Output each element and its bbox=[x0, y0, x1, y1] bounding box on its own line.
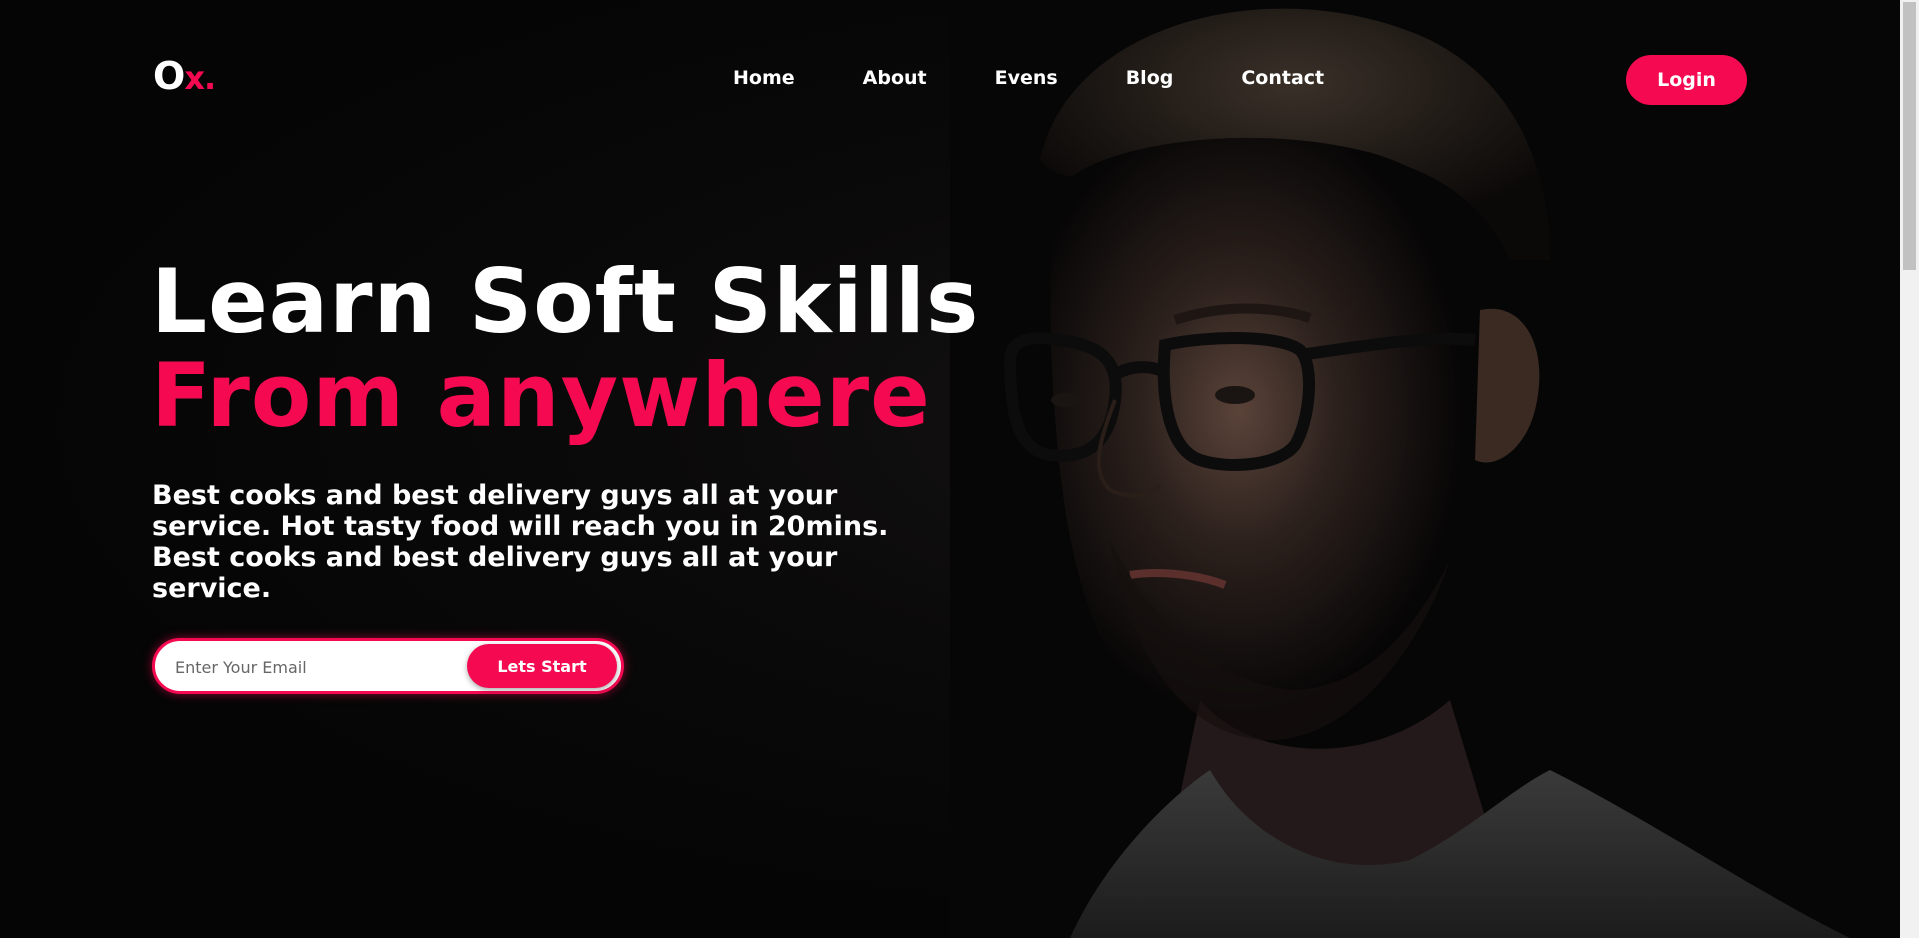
nav-item-blog[interactable]: Blog bbox=[1126, 64, 1174, 92]
nav-item-evens[interactable]: Evens bbox=[995, 64, 1058, 92]
nav-item-contact[interactable]: Contact bbox=[1241, 64, 1324, 92]
hero-description: Best cooks and best delivery guys all at… bbox=[152, 480, 889, 604]
viewport: Ox. Home About Evens Blog Contact Login … bbox=[0, 0, 1900, 938]
lets-start-button[interactable]: Lets Start bbox=[467, 644, 617, 688]
logo-main: O bbox=[153, 54, 185, 98]
email-signup-form: Lets Start bbox=[152, 638, 624, 694]
nav-item-home[interactable]: Home bbox=[733, 64, 795, 92]
hero-portrait-image bbox=[950, 0, 1900, 938]
headline-line-1: Learn Soft Skills bbox=[151, 250, 980, 353]
nav-item-about[interactable]: About bbox=[863, 64, 927, 92]
email-input[interactable] bbox=[173, 650, 457, 684]
login-button[interactable]: Login bbox=[1626, 55, 1747, 105]
logo-accent: x. bbox=[184, 59, 216, 97]
scrollbar-thumb[interactable] bbox=[1903, 2, 1916, 270]
main-nav: Home About Evens Blog Contact bbox=[733, 64, 1392, 92]
hero-headline: Learn Soft Skills From anywhere bbox=[151, 255, 979, 443]
headline-line-2: From anywhere bbox=[151, 344, 931, 447]
vertical-scrollbar[interactable] bbox=[1900, 0, 1919, 938]
logo[interactable]: Ox. bbox=[153, 54, 216, 98]
page: Ox. Home About Evens Blog Contact Login … bbox=[0, 0, 1919, 938]
